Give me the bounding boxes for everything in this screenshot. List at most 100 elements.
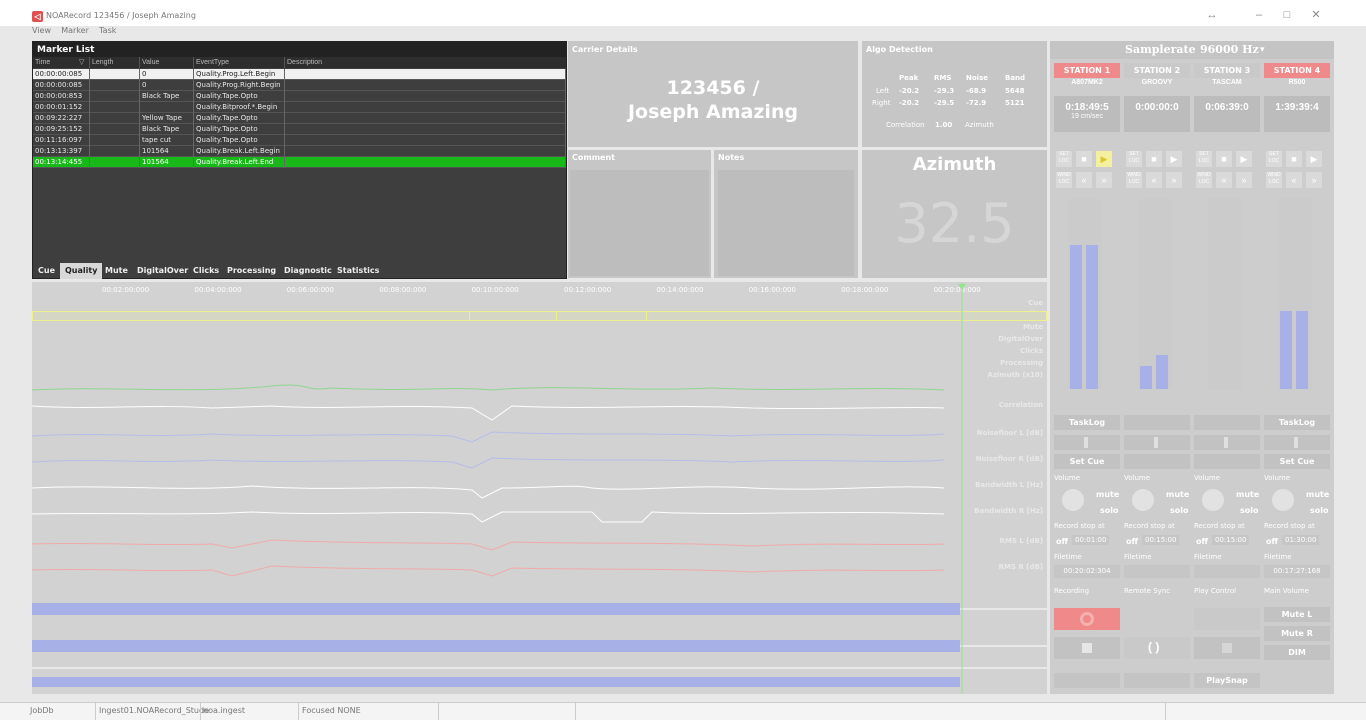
stop-record-button[interactable] — [1054, 637, 1120, 659]
tab-diagnostic[interactable]: Diagnostic — [279, 263, 337, 279]
restore-icon[interactable]: ↔ — [1202, 8, 1222, 22]
table-row[interactable]: 00:00:01:152 Quality.Bitproof.*.Begin — [33, 102, 566, 113]
set-loc-button[interactable]: SET LOC — [1126, 151, 1142, 167]
set-loc-button[interactable]: SET LOC — [1056, 151, 1072, 167]
fast-forward-icon[interactable]: » — [1236, 172, 1252, 188]
record-stop-off[interactable]: off — [1126, 537, 1138, 546]
rewind-icon[interactable]: « — [1076, 172, 1092, 188]
record-stop-off[interactable]: off — [1056, 537, 1068, 546]
tab-mute[interactable]: Mute — [100, 263, 133, 279]
position-slider[interactable] — [1054, 435, 1120, 450]
position-slider[interactable] — [1264, 435, 1330, 450]
record-stop-time[interactable]: 00:01:00 — [1072, 535, 1110, 545]
tab-quality[interactable]: Quality — [60, 263, 103, 279]
play-icon[interactable]: ▶ — [1306, 151, 1322, 167]
tasklog-button[interactable] — [1194, 415, 1260, 430]
record-stop-off[interactable]: off — [1266, 537, 1278, 546]
table-row[interactable]: 00:11:16:097 tape cut Quality.Tape.Opto — [33, 135, 566, 146]
record-stop-time[interactable]: 01:30:00 — [1282, 535, 1320, 545]
column-eventtype[interactable]: EventType — [194, 57, 285, 68]
tab-digitalover[interactable]: DigitalOver — [132, 263, 193, 279]
slider-handle[interactable] — [1154, 437, 1158, 448]
position-slider[interactable] — [1194, 435, 1260, 450]
set-loc-button[interactable]: SET LOC — [1196, 151, 1212, 167]
volume-knob[interactable] — [1132, 489, 1154, 511]
mute-toggle[interactable]: mute — [1306, 490, 1329, 499]
tab-cue[interactable]: Cue — [33, 263, 60, 279]
rewind-icon[interactable]: « — [1216, 172, 1232, 188]
mute-toggle[interactable]: mute — [1096, 490, 1119, 499]
wind-loc-button[interactable]: WIND LOC — [1266, 172, 1282, 188]
playsnap-button[interactable]: PlaySnap — [1194, 673, 1260, 688]
tasklog-button[interactable]: TaskLog — [1264, 415, 1330, 430]
table-row[interactable]: 00:00:00:853 Black Tape Quality.Tape.Opto — [33, 91, 566, 102]
wind-loc-button[interactable]: WIND LOC — [1196, 172, 1212, 188]
station-tab-1[interactable]: STATION 1 — [1054, 63, 1120, 78]
stop-button-icon[interactable]: ■ — [1146, 151, 1162, 167]
solo-toggle[interactable]: solo — [1100, 506, 1119, 515]
fast-forward-icon[interactable]: » — [1166, 172, 1182, 188]
timeline-graphs[interactable] — [32, 282, 1047, 694]
minimize-button[interactable]: – — [1249, 8, 1269, 22]
tab-clicks[interactable]: Clicks — [188, 263, 224, 279]
station-tab-3[interactable]: STATION 3 — [1194, 63, 1260, 78]
table-row[interactable]: 00:00:00:085 0 Quality.Prog.Right.Begin — [33, 80, 566, 91]
table-row[interactable]: 00:09:25:152 Black Tape Quality.Tape.Opto — [33, 124, 566, 135]
solo-toggle[interactable]: solo — [1310, 506, 1329, 515]
mute-r-button[interactable]: Mute R — [1264, 626, 1330, 641]
set-loc-button[interactable]: SET LOC — [1266, 151, 1282, 167]
mute-toggle[interactable]: mute — [1166, 490, 1189, 499]
tab-statistics[interactable]: Statistics — [332, 263, 384, 279]
solo-toggle[interactable]: solo — [1240, 506, 1259, 515]
slider-handle[interactable] — [1224, 437, 1228, 448]
solo-toggle[interactable]: solo — [1170, 506, 1189, 515]
table-row[interactable]: 00:13:14:455 101564 Quality.Break.Left.End — [33, 157, 566, 168]
mute-toggle[interactable]: mute — [1236, 490, 1259, 499]
rewind-icon[interactable]: « — [1286, 172, 1302, 188]
dim-button[interactable]: DIM — [1264, 645, 1330, 660]
table-row[interactable]: 00:13:13:397 101564 Quality.Break.Left.Beg… — [33, 146, 566, 157]
column-length[interactable]: Length — [90, 57, 140, 68]
record-button[interactable] — [1054, 608, 1120, 630]
volume-knob[interactable] — [1272, 489, 1294, 511]
slider-handle[interactable] — [1294, 437, 1298, 448]
bottom-button-2[interactable] — [1124, 673, 1190, 688]
column-time[interactable]: Time ▽ — [33, 57, 90, 68]
bottom-button-1[interactable] — [1054, 673, 1120, 688]
table-row[interactable]: 00:09:22:227 Yellow Tape Quality.Tape.Opto — [33, 113, 566, 124]
menu-task[interactable]: Task — [99, 26, 116, 35]
play-stop-button[interactable] — [1194, 637, 1260, 659]
play-icon[interactable]: ▶ — [1236, 151, 1252, 167]
play-icon[interactable]: ▶ — [1166, 151, 1182, 167]
tasklog-button[interactable]: TaskLog — [1054, 415, 1120, 430]
position-slider[interactable] — [1124, 435, 1190, 450]
set-cue-button[interactable]: Set Cue — [1054, 454, 1120, 469]
sort-down-icon[interactable]: ▽ — [79, 57, 84, 68]
station-tab-4[interactable]: STATION 4 — [1264, 63, 1330, 78]
set-cue-button[interactable]: Set Cue — [1264, 454, 1330, 469]
stop-button-icon[interactable]: ■ — [1286, 151, 1302, 167]
menu-marker[interactable]: Marker — [61, 26, 89, 35]
column-value[interactable]: Value — [140, 57, 194, 68]
play-icon[interactable]: ▶ — [1096, 151, 1112, 167]
wind-loc-button[interactable]: WIND LOC — [1126, 172, 1142, 188]
mute-l-button[interactable]: Mute L — [1264, 607, 1330, 622]
record-stop-off[interactable]: off — [1196, 537, 1208, 546]
volume-knob[interactable] — [1062, 489, 1084, 511]
set-cue-button[interactable] — [1194, 454, 1260, 469]
notes-field[interactable] — [718, 170, 854, 276]
set-cue-button[interactable] — [1124, 454, 1190, 469]
fast-forward-icon[interactable]: » — [1096, 172, 1112, 188]
slider-handle[interactable] — [1084, 437, 1088, 448]
comment-field[interactable] — [570, 170, 709, 276]
remote-sync-button[interactable]: ( ) — [1124, 637, 1190, 659]
station-tab-2[interactable]: STATION 2 — [1124, 63, 1190, 78]
column-description[interactable]: Description — [285, 57, 566, 68]
record-stop-time[interactable]: 00:15:00 — [1142, 535, 1180, 545]
volume-knob[interactable] — [1202, 489, 1224, 511]
wind-loc-button[interactable]: WIND LOC — [1056, 172, 1072, 188]
tab-processing[interactable]: Processing — [222, 263, 281, 279]
table-row[interactable]: 00:00:00:085 0 Quality.Prog.Left.Begin — [33, 69, 566, 80]
record-stop-time[interactable]: 00:15:00 — [1212, 535, 1250, 545]
rewind-icon[interactable]: « — [1146, 172, 1162, 188]
